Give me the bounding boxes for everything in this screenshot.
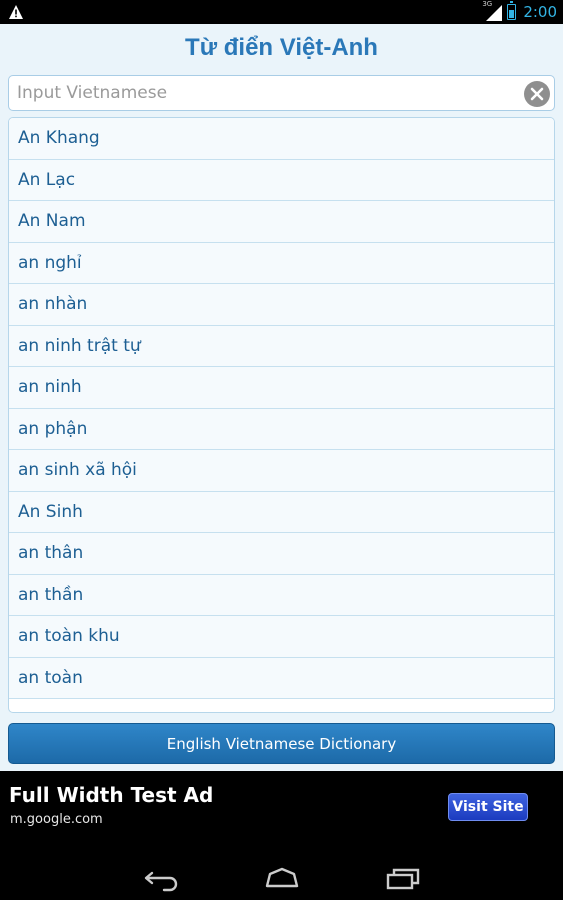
- ad-banner[interactable]: Full Width Test Ad m.google.com Visit Si…: [0, 771, 563, 856]
- english-vietnamese-dictionary-button[interactable]: English Vietnamese Dictionary: [8, 723, 555, 764]
- recent-apps-icon[interactable]: [382, 864, 422, 892]
- search-input[interactable]: [17, 76, 517, 110]
- word-list-item[interactable]: An Lạc: [9, 159, 554, 201]
- word-list-item[interactable]: An Sinh: [9, 491, 554, 533]
- word-list-item[interactable]: An Khang: [9, 118, 554, 160]
- word-list: An Khang An Lạc An Nam an nghỉ an nhàn an nin…: [8, 117, 555, 713]
- ad-title: Full Width Test Ad: [9, 783, 214, 807]
- home-icon[interactable]: [262, 864, 302, 892]
- status-bar: 3G 2:00: [0, 0, 563, 24]
- app-screen: Từ điển Việt-Anh An KhangAn LạcAn Naman …: [0, 24, 563, 771]
- clock: 2:00: [523, 3, 557, 21]
- word-list-item[interactable]: an nghỉ: [9, 242, 554, 284]
- word-list-item[interactable]: an phận: [9, 408, 554, 450]
- word-list-item[interactable]: an ninh trật tự: [9, 325, 554, 367]
- warning-icon: [8, 4, 24, 20]
- word-list-item[interactable]: an ninh: [9, 367, 554, 409]
- page-title: Từ điển Việt-Anh: [185, 34, 378, 61]
- visit-site-button[interactable]: Visit Site: [448, 793, 528, 821]
- word-list-item[interactable]: an thân: [9, 533, 554, 575]
- battery-icon: [507, 1, 517, 20]
- word-list-item[interactable]: an nhàn: [9, 284, 554, 326]
- navigation-bar: [0, 856, 563, 900]
- status-indicators: 3G 2:00: [482, 0, 557, 22]
- network-type: 3G: [482, 0, 493, 8]
- word-list-item[interactable]: an thần: [9, 574, 554, 616]
- word-list-item[interactable]: An Nam: [9, 201, 554, 243]
- close-icon: [530, 87, 544, 101]
- word-list-item[interactable]: an toàn khu: [9, 616, 554, 658]
- clear-search-button[interactable]: [524, 81, 550, 107]
- back-icon[interactable]: [142, 864, 182, 892]
- ad-url: m.google.com: [10, 812, 103, 827]
- word-list-item[interactable]: an sinh xã hội: [9, 450, 554, 492]
- search-box: [8, 75, 555, 111]
- signal-icon: 3G: [482, 0, 503, 21]
- word-list-item[interactable]: an toàn: [9, 657, 554, 699]
